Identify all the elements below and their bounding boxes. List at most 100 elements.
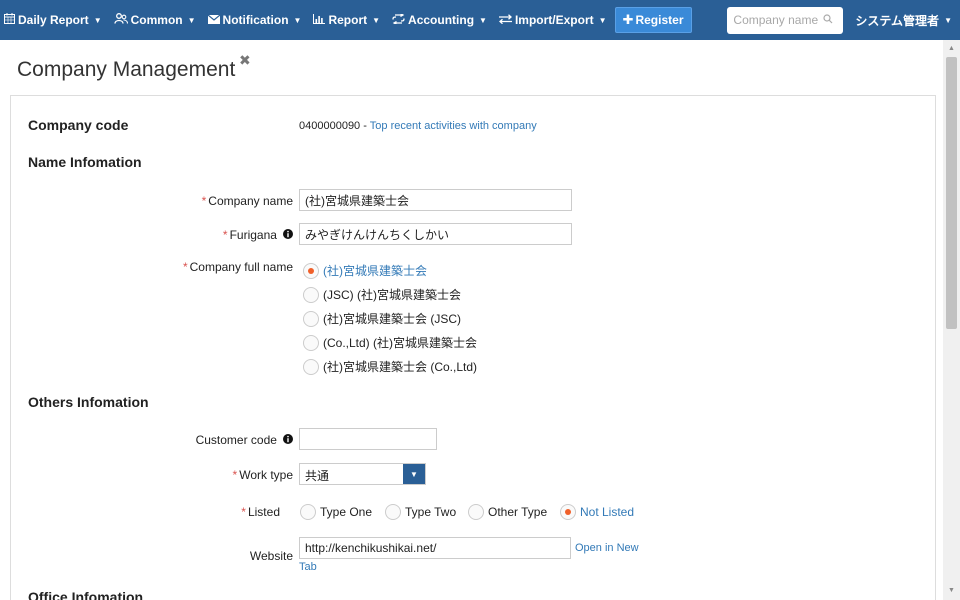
radio-button[interactable]: [303, 358, 319, 375]
register-label: Register: [635, 13, 684, 27]
furigana-label-text: Furigana: [229, 228, 277, 242]
exchange-icon: [392, 12, 405, 27]
listed-option-label: Not Listed: [580, 505, 635, 519]
users-icon: [113, 13, 128, 27]
caret-down-icon: ▼: [479, 15, 487, 25]
user-menu-label: システム管理者: [855, 13, 940, 28]
nav-notification[interactable]: Notification ▼: [202, 0, 308, 40]
listed-option[interactable]: Type One: [300, 504, 372, 520]
top-navbar: Daily Report ▼ Common ▼ Notification ▼ R…: [0, 0, 960, 40]
full-name-option-label: (社)宮城県建築士会 (JSC): [323, 312, 461, 326]
plus-icon: ✚: [622, 12, 634, 27]
calendar-icon: [4, 13, 15, 27]
listed-option-label: Type One: [320, 505, 373, 519]
radio-button[interactable]: [300, 504, 316, 520]
nav-daily-report-label: Daily Report: [18, 13, 89, 27]
full-name-option-label: (社)宮城県建築士会: [323, 264, 427, 278]
listed-option[interactable]: Type Two: [385, 504, 456, 520]
work-type-value: 共通: [305, 469, 330, 483]
page-title: Company Management: [17, 58, 236, 81]
radio-button[interactable]: [303, 262, 319, 279]
caret-down-icon: ▼: [598, 15, 607, 25]
info-icon[interactable]: [280, 229, 293, 242]
company-name-input[interactable]: [299, 189, 572, 211]
full-name-option-label: (Co.,Ltd) (社)宮城県建築士会: [323, 336, 478, 350]
nav-notification-label: Notification: [222, 13, 289, 27]
radio-button[interactable]: [385, 504, 401, 520]
website-input[interactable]: [299, 537, 571, 559]
website-label: Website: [249, 549, 293, 563]
required-marker: *: [182, 260, 188, 274]
radio-button[interactable]: [303, 334, 319, 351]
recent-activities-link[interactable]: Top recent activities with company: [370, 120, 537, 132]
listed-option[interactable]: Other Type: [468, 504, 547, 520]
listed-option-label: Other Type: [488, 505, 548, 519]
full-name-option[interactable]: (社)宮城県建築士会 (Co.,Ltd): [303, 358, 477, 375]
furigana-input[interactable]: [299, 223, 572, 245]
page-scrollbar[interactable]: ▲ ▼: [943, 40, 960, 600]
furigana-label: * Furigana: [223, 228, 293, 242]
full-name-option[interactable]: (JSC) (社)宮城県建築士会: [303, 286, 461, 303]
scroll-thumb[interactable]: [946, 57, 957, 329]
company-code-separator: -: [363, 120, 367, 132]
nav-common-label: Common: [130, 13, 183, 27]
customer-code-label-text: Customer code: [195, 433, 277, 447]
caret-down-icon: ▼: [187, 15, 196, 25]
office-info-heading: Office Infomation: [28, 589, 144, 600]
full-name-option[interactable]: (Co.,Ltd) (社)宮城県建築士会: [303, 334, 477, 351]
company-full-name-label: * Company full name: [183, 260, 293, 274]
company-search-input[interactable]: [733, 13, 824, 27]
customer-code-label: Customer code: [196, 433, 293, 447]
radio-button[interactable]: [468, 504, 484, 520]
work-type-label-text: Work type: [239, 468, 293, 482]
customer-code-input[interactable]: [299, 428, 437, 450]
search-icon[interactable]: [823, 13, 833, 27]
caret-down-icon: ▼: [944, 15, 952, 25]
required-marker: *: [201, 194, 207, 208]
caret-down-icon: ▼: [293, 15, 302, 25]
full-name-option-label: (社)宮城県建築士会 (Co.,Ltd): [323, 360, 478, 374]
name-info-heading: Name Infomation: [28, 154, 142, 170]
radio-button[interactable]: [560, 504, 576, 520]
bar-chart-icon: [313, 13, 326, 27]
info-icon[interactable]: [280, 434, 293, 447]
nav-accounting-label: Accounting: [408, 13, 475, 27]
work-type-select[interactable]: 共通 ▼: [299, 463, 426, 485]
required-marker: *: [222, 228, 228, 242]
company-full-name-label-text: Company full name: [189, 260, 293, 274]
nav-daily-report[interactable]: Daily Report ▼: [0, 0, 108, 40]
scroll-down-arrow-icon[interactable]: ▼: [943, 584, 960, 598]
listed-option[interactable]: Not Listed: [560, 504, 634, 520]
others-info-heading: Others Infomation: [28, 394, 149, 410]
company-name-label-text: Company name: [208, 194, 293, 208]
nav-import-export-label: Import/Export: [514, 13, 594, 27]
company-code-value: 0400000090: [299, 120, 361, 132]
close-icon[interactable]: ✖: [239, 52, 251, 69]
listed-label: * Listed: [241, 505, 280, 519]
caret-down-icon: ▼: [372, 15, 381, 25]
open-new-tab-link[interactable]: Open in New: [575, 542, 639, 554]
import-export-icon: [498, 13, 512, 27]
company-code-row: 0400000090 - Top recent activities with …: [299, 120, 537, 132]
nav-report-label: Report: [328, 13, 368, 27]
required-marker: *: [241, 505, 246, 519]
full-name-option[interactable]: (社)宮城県建築士会 (JSC): [303, 310, 461, 327]
nav-import-export[interactable]: Import/Export ▼: [493, 0, 613, 40]
nav-report[interactable]: Report ▼: [307, 0, 386, 40]
work-type-label: * Work type: [233, 468, 293, 482]
register-button[interactable]: ✚ Register: [614, 7, 692, 33]
full-name-option[interactable]: (社)宮城県建築士会: [303, 262, 427, 279]
user-menu[interactable]: システム管理者 ▼: [851, 12, 960, 29]
radio-button[interactable]: [303, 286, 319, 303]
company-search-box: [727, 6, 844, 34]
open-new-tab-link-wrap[interactable]: Tab: [299, 561, 317, 573]
company-code-label: Company code: [28, 117, 129, 133]
nav-common[interactable]: Common ▼: [108, 0, 202, 40]
scroll-up-arrow-icon[interactable]: ▲: [943, 42, 960, 56]
full-name-option-label: (JSC) (社)宮城県建築士会: [323, 288, 461, 302]
nav-accounting[interactable]: Accounting ▼: [386, 0, 493, 40]
radio-button[interactable]: [303, 310, 319, 327]
listed-label-text: Listed: [247, 505, 280, 519]
chevron-down-icon[interactable]: ▼: [403, 464, 425, 484]
envelope-icon: [207, 13, 220, 27]
